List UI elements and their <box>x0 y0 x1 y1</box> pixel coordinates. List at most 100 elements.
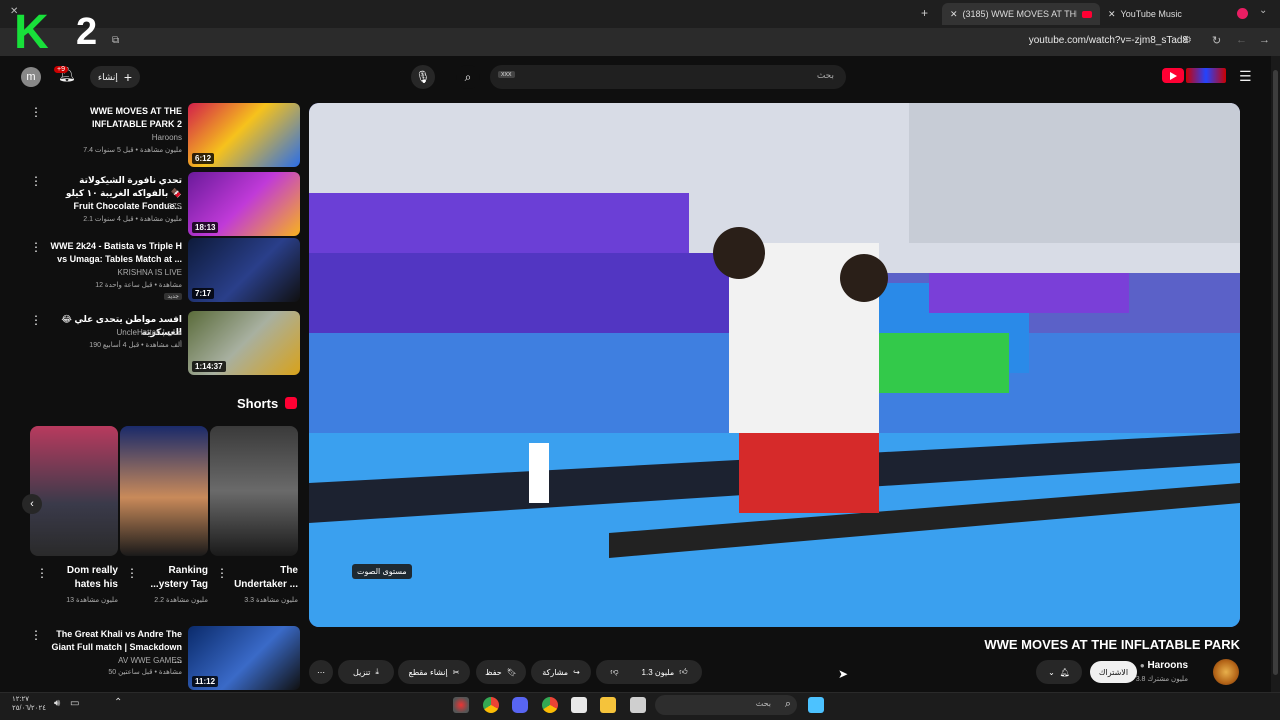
short-title: Dom really hates his <box>66 565 118 590</box>
more-options-icon[interactable]: ⋮ <box>216 566 228 580</box>
short-thumbnail[interactable] <box>210 426 298 556</box>
hamburger-menu-icon[interactable]: ☰ <box>1239 68 1252 85</box>
video-frame-illustration <box>309 103 1240 627</box>
video-meta: 50 مشاهدة • قبل ساعتين <box>108 669 182 676</box>
shorts-previous-button[interactable]: ‹ <box>22 494 42 514</box>
avatar[interactable]: m <box>21 67 41 87</box>
reload-icon[interactable]: ↻ <box>1212 34 1221 47</box>
search-icon: ⌕ <box>784 698 791 710</box>
youtube-doodle-logo[interactable] <box>1186 68 1226 83</box>
more-options-icon[interactable]: ⋮ <box>30 313 42 327</box>
tab-active-video[interactable]: ✕ (3185) WWE MOVES AT THE <box>942 3 1100 25</box>
chrome-icon[interactable] <box>542 697 558 713</box>
taskbar-search-input[interactable]: بحث ⌕ <box>655 695 797 715</box>
channel-name: Haroons <box>151 133 182 142</box>
list-item[interactable]: ⋮ 😂 افسد مواطن يتحدى علي العسكرية UncleH… <box>30 311 300 375</box>
scrollbar-thumb[interactable] <box>1273 70 1278 675</box>
store-icon[interactable] <box>571 697 587 713</box>
short-thumbnail[interactable] <box>30 426 118 556</box>
chrome-icon[interactable] <box>483 697 499 713</box>
video-thumbnail[interactable]: 1:14:37 <box>188 311 300 375</box>
search-button[interactable]: ⌕ <box>456 65 480 89</box>
youtube-favicon-icon <box>1082 10 1092 18</box>
clock-time: ١٢:٢٧ <box>12 696 29 703</box>
notification-settings-button[interactable]: ⌄ 🔔︎ <box>1036 660 1082 684</box>
more-options-icon[interactable]: ⋮ <box>30 174 42 188</box>
task-view-icon[interactable] <box>630 697 646 713</box>
more-options-icon[interactable]: ⋮ <box>30 240 42 254</box>
forward-icon[interactable]: → <box>1259 34 1270 46</box>
volume-icon[interactable]: 🔊︎ <box>54 698 60 709</box>
video-thumbnail[interactable]: 11:12 <box>188 626 300 690</box>
volume-tooltip: مستوى الصوت <box>352 564 412 579</box>
more-options-icon[interactable]: ⋮ <box>36 566 48 580</box>
more-options-icon[interactable]: ⋮ <box>126 566 138 580</box>
tray-chevron-up-icon[interactable]: ⌃ <box>114 697 122 708</box>
video-thumbnail[interactable]: 7:17 <box>188 238 300 302</box>
k2-number: 2 <box>76 11 98 53</box>
list-item[interactable]: ⋮ The Great Khali vs Andre The Giant Ful… <box>30 626 300 690</box>
windows-start-icon[interactable] <box>808 697 824 713</box>
like-count[interactable]: 1.3 مليون <box>642 668 675 677</box>
more-actions-button[interactable]: ⋯ <box>309 660 333 684</box>
tab-youtube-music[interactable]: ✕ YouTube Music <box>1100 3 1240 25</box>
site-settings-icon[interactable]: ⚙ <box>1183 35 1192 46</box>
video-title: WWE MOVES AT THE INFLATABLE PARK <box>984 637 1240 652</box>
like-icon[interactable]: 👍︎ <box>679 667 687 677</box>
chevron-down-icon[interactable]: ⌄ <box>1259 5 1267 16</box>
more-options-icon[interactable]: ⋮ <box>30 105 42 119</box>
bookmark-icon: 🔖︎ <box>506 667 517 677</box>
taskbar-app-icon[interactable] <box>453 697 469 713</box>
share-button[interactable]: مشاركة ↪ <box>531 660 591 684</box>
tab-actions-icon[interactable]: ⧉ <box>112 35 119 46</box>
file-explorer-icon[interactable] <box>600 697 616 713</box>
discord-icon[interactable] <box>512 697 528 713</box>
create-button[interactable]: إنشاء + <box>90 66 140 88</box>
more-dots-icon: ⋯ <box>317 667 325 677</box>
video-meta: 2.1 مليون مشاهدة • قبل 4 سنوات <box>83 216 182 223</box>
save-button[interactable]: حفظ 🔖︎ <box>476 660 526 684</box>
search-placeholder: بحث <box>816 70 834 80</box>
shorts-icon <box>285 397 297 409</box>
new-tab-icon[interactable]: + <box>921 6 928 20</box>
network-icon[interactable]: ▭ <box>70 698 79 709</box>
download-label: تنزيل <box>353 667 371 677</box>
channel-name-text: Haroons <box>1147 660 1188 671</box>
video-meta: 12 مشاهدة • قبل ساعة واحدة <box>95 282 182 289</box>
clip-button[interactable]: إنشاء مقطع ✂ <box>398 660 470 684</box>
search-icon: ⌕ <box>464 69 472 84</box>
close-tab-icon[interactable]: ✕ <box>1108 9 1116 20</box>
clip-label: إنشاء مقطع <box>408 667 448 677</box>
k2-letter: K <box>14 6 49 59</box>
taskbar-clock[interactable]: ١٢:٢٧ ٢٥/٠٦/٢٠٢٤ <box>12 695 46 713</box>
short-thumbnail[interactable] <box>120 426 208 556</box>
channel-name[interactable]: ● Haroons <box>1140 660 1188 671</box>
close-tab-icon[interactable]: ✕ <box>950 9 958 20</box>
create-label: إنشاء <box>97 71 118 82</box>
subscribe-button[interactable]: الاشتراك <box>1090 661 1137 683</box>
duration-badge: 11:12 <box>192 676 219 687</box>
video-thumbnail[interactable]: 18:13 <box>188 172 300 236</box>
short-views: 13 مليون مشاهدة <box>66 597 118 604</box>
more-options-icon[interactable]: ⋮ <box>30 628 42 642</box>
download-button[interactable]: تنزيل ⤓ <box>338 660 394 684</box>
video-thumbnail[interactable]: 6:12 <box>188 103 300 167</box>
channel-avatar[interactable] <box>1213 659 1239 685</box>
dislike-icon[interactable]: 👎︎ <box>610 667 618 677</box>
voice-search-button[interactable]: 🎙︎ <box>411 65 435 89</box>
youtube-logo-icon[interactable] <box>1162 68 1184 83</box>
duration-badge: 1:14:37 <box>192 361 226 372</box>
profile-icon[interactable] <box>1237 8 1248 19</box>
video-title: تحدي نافورة الشيكولاتة بالفواكه الغريبة … <box>65 175 182 211</box>
list-item[interactable]: ⋮ تحدي نافورة الشيكولاتة بالفواكه الغريب… <box>30 172 300 236</box>
taskbar-search-placeholder: بحث <box>755 699 771 708</box>
new-badge: جديد <box>164 293 182 300</box>
back-icon[interactable]: ← <box>1236 34 1247 46</box>
search-input[interactable]: بحث xxx <box>490 65 846 89</box>
list-item[interactable]: ⋮ WWE 2k24 - Batista vs Triple H vs Umag… <box>30 238 300 302</box>
url-text[interactable]: youtube.com/watch?v=-zjm8_sTad8 <box>1029 35 1188 46</box>
video-meta: 190 ألف مشاهدة • قبل 4 أسابيع <box>89 342 182 349</box>
video-player[interactable] <box>309 103 1240 627</box>
bell-icon: 🔔︎ <box>1059 667 1070 677</box>
list-item[interactable]: ⋮ WWE MOVES AT THE INFLATABLE PARK 2 Har… <box>30 103 300 167</box>
